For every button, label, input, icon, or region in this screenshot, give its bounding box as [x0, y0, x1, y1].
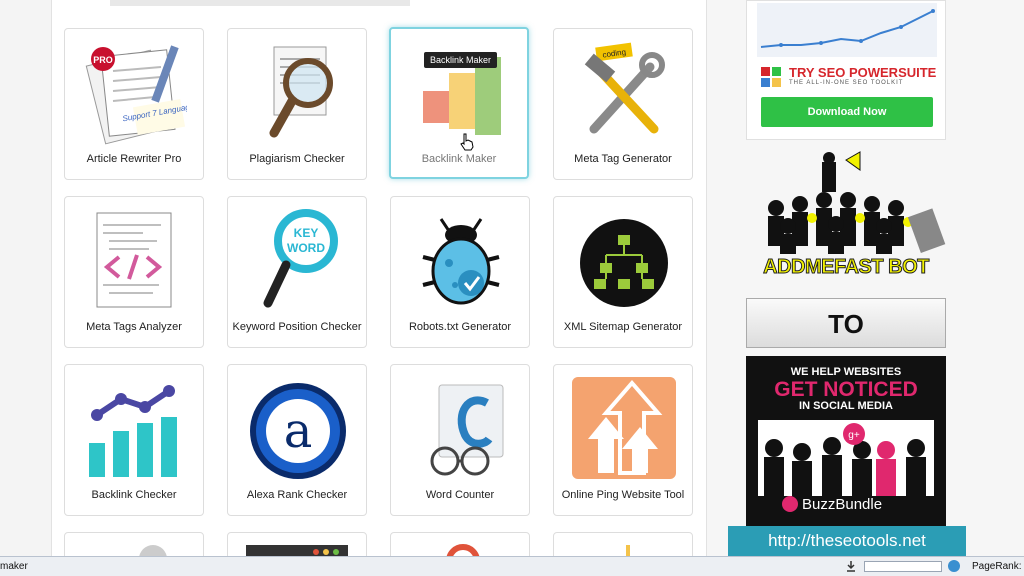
tool-label: XML Sitemap Generator — [563, 321, 683, 333]
tool-label: Plagiarism Checker — [249, 153, 345, 165]
seo-ad-chart — [757, 3, 937, 57]
magnifier-document-icon — [246, 37, 350, 145]
tool-label: Alexa Rank Checker — [246, 489, 348, 501]
alexa-letter: a — [284, 403, 313, 459]
keyword-magnifier-icon: KEY WORD — [246, 205, 350, 313]
tool-alexa-rank-checker[interactable]: a Alexa Rank Checker — [227, 364, 367, 516]
seo-powersuite-ad[interactable]: TRY SEO POWERSUITE THE ALL-IN-ONE SEO TO… — [746, 0, 946, 140]
hand-cursor-icon — [459, 133, 475, 151]
tool-label: Meta Tag Generator — [574, 153, 672, 165]
tool-backlink-maker[interactable]: Backlink Maker — [389, 27, 529, 179]
seo-ad-title: TRY SEO POWERSUITE — [789, 65, 937, 80]
addmefast-text: ADDMEFAST BOT — [763, 256, 930, 279]
buzz-line-2: GET NOTICED — [774, 378, 918, 401]
lens-word: WORD — [287, 241, 325, 255]
bug-icon — [409, 205, 513, 313]
partial-circle-icon — [139, 545, 167, 557]
tool-backlink-checker[interactable]: Backlink Checker — [64, 364, 204, 516]
pagerank-label: PageRank: u — [972, 561, 1024, 572]
wrench-hammer-icon: coding — [572, 37, 676, 145]
tool-label: Article Rewriter Pro — [86, 153, 182, 165]
download-now-button[interactable]: Download Now — [761, 97, 933, 127]
status-bar: maker PageRank: u — [0, 556, 1024, 576]
buzzbundle-ad[interactable]: WE HELP WEBSITES GET NOTICED IN SOCIAL M… — [746, 356, 946, 530]
tool-word-counter[interactable]: Word Counter — [390, 364, 530, 516]
left-margin — [0, 0, 52, 556]
buzz-brand: BuzzBundle — [802, 496, 883, 513]
header-remnant — [110, 0, 410, 6]
tool-plagiarism-checker[interactable]: Plagiarism Checker — [227, 28, 367, 180]
partial-window-icon — [246, 545, 348, 557]
tool-meta-tags-analyzer[interactable]: Meta Tags Analyzer — [64, 196, 204, 348]
gplus-icon: g+ — [848, 430, 860, 441]
tool-label: Backlink Maker — [421, 153, 497, 165]
code-document-icon — [83, 205, 187, 313]
tool-robots-txt-generator[interactable]: Robots.txt Generator — [390, 196, 530, 348]
powersuite-logo-icon — [761, 67, 781, 87]
tool-xml-sitemap-generator[interactable]: XML Sitemap Generator — [553, 196, 693, 348]
tooltip: Backlink Maker — [424, 52, 498, 68]
tool-label: Robots.txt Generator — [408, 321, 512, 333]
lens-key: KEY — [294, 226, 319, 240]
progress-bar — [864, 561, 942, 572]
upload-arrows-icon — [572, 373, 676, 481]
tool-meta-tag-generator[interactable]: coding Meta Tag Generator — [553, 28, 693, 180]
buzz-line-1: WE HELP WEBSITES — [790, 366, 902, 378]
partial-bar-icon — [626, 545, 630, 557]
seo-ad-subtitle: THE ALL-IN-ONE SEO TOOLKIT — [789, 80, 904, 86]
trend-bars-icon — [83, 373, 187, 481]
article-rewriter-icon: PRO Support 7 Languages — [83, 37, 199, 145]
buzz-crowd-scene: g+ — [758, 420, 934, 496]
addmefast-ad[interactable]: ADDMEFAST BOT — [746, 148, 946, 296]
browser-page: PRO Support 7 Languages Article Rewriter… — [0, 0, 1024, 576]
tool-label: Online Ping Website Tool — [561, 489, 685, 501]
tool-label: Meta Tags Analyzer — [86, 321, 182, 333]
tool-label: Word Counter — [425, 489, 495, 501]
tool-label: Backlink Checker — [91, 489, 177, 501]
to-banner: TO — [746, 298, 946, 348]
pro-badge: PRO — [93, 55, 113, 65]
alexa-logo-icon: a — [246, 373, 350, 481]
buzzbundle-logo-icon — [782, 496, 798, 512]
addon-icon[interactable] — [948, 560, 960, 572]
tool-article-rewriter-pro[interactable]: PRO Support 7 Languages Article Rewriter… — [64, 28, 204, 180]
word-counter-icon — [409, 373, 513, 481]
site-url-watermark: http://theseotools.net — [728, 526, 966, 556]
sitemap-icon — [572, 205, 676, 313]
status-text: maker — [0, 561, 28, 572]
download-arrow-icon[interactable] — [845, 560, 857, 572]
tool-keyword-position-checker[interactable]: KEY WORD Keyword Position Checker — [227, 196, 367, 348]
tool-label: Keyword Position Checker — [232, 321, 362, 333]
tool-online-ping-website[interactable]: Online Ping Website Tool — [553, 364, 693, 516]
partial-gauge-icon — [446, 544, 480, 557]
buzz-line-3: IN SOCIAL MEDIA — [799, 400, 893, 412]
